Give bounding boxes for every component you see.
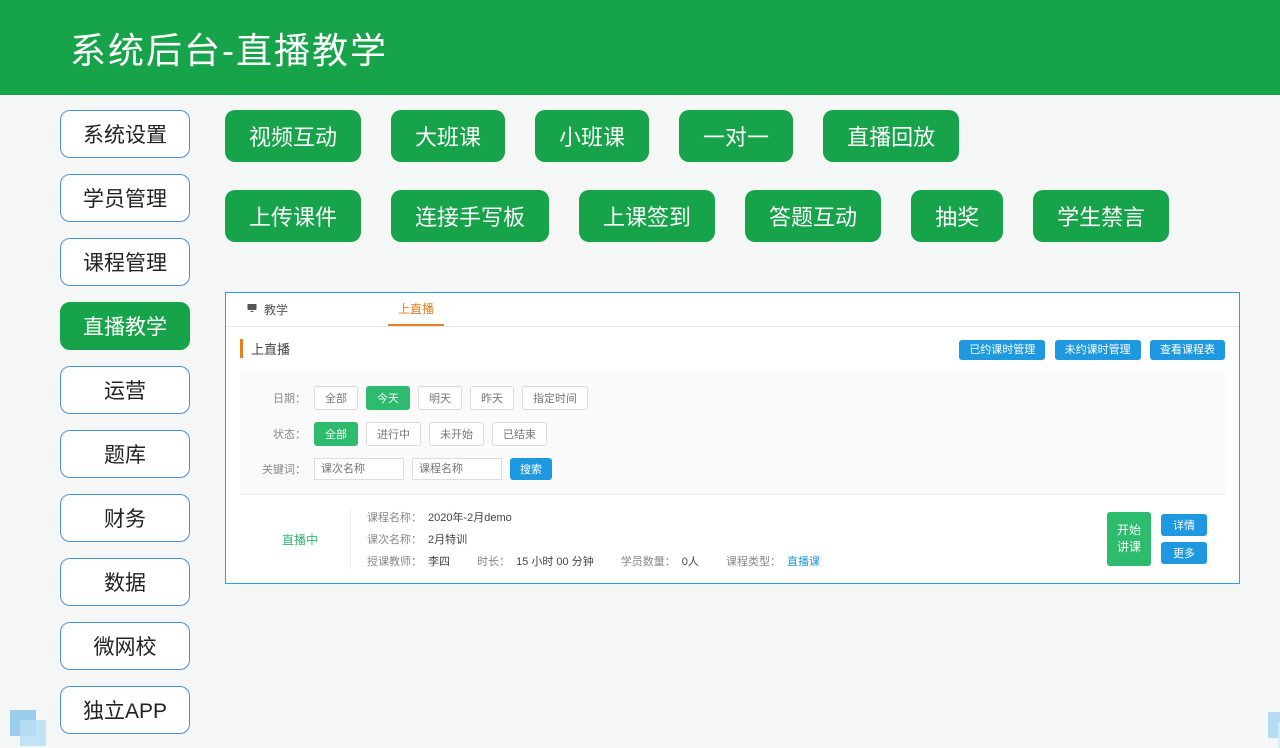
filters: 日期： 全部 今天 明天 昨天 指定时间 状态： 全部 进行中 未开始 已结束 [240,372,1225,494]
sidebar-item-course-mgmt[interactable]: 课程管理 [60,238,190,286]
duration-label: 时长： [477,556,510,568]
status-chip-ongoing[interactable]: 进行中 [366,422,421,446]
sidebar-item-student-mgmt[interactable]: 学员管理 [60,174,190,222]
sidebar-item-micro-school[interactable]: 微网校 [60,622,190,670]
pill-lottery[interactable]: 抽奖 [911,190,1003,242]
start-teach-button[interactable]: 开始 讲课 [1107,512,1151,566]
pill-upload-courseware[interactable]: 上传课件 [225,190,361,242]
date-chip-tomorrow[interactable]: 明天 [418,386,462,410]
session-name-value: 2月特训 [428,534,467,546]
sidebar-item-question-bank[interactable]: 题库 [60,430,190,478]
filter-keyword-label: 关键词： [258,461,306,477]
keyword-session-input[interactable] [314,458,404,480]
filter-status-label: 状态： [258,426,306,442]
detail-session-name: 课次名称： 2月特训 [367,531,1107,547]
filter-date-label: 日期： [258,390,306,406]
pill-quiz-interact[interactable]: 答题互动 [745,190,881,242]
course-name-label: 课程名称： [367,512,422,524]
pill-live-replay[interactable]: 直播回放 [823,110,959,162]
date-chip-yesterday[interactable]: 昨天 [470,386,514,410]
duration-value: 15 小时 00 分钟 [516,556,594,568]
detail-meta: 授课教师： 李四 时长： 15 小时 00 分钟 学员数量： 0人 课程类型： 直播课 [367,553,1107,569]
pill-video-interact[interactable]: 视频互动 [225,110,361,162]
pill-connect-tablet[interactable]: 连接手写板 [391,190,549,242]
session-name-label: 课次名称： [367,534,422,546]
status-chip-ended[interactable]: 已结束 [492,422,547,446]
sidebar-item-system-settings[interactable]: 系统设置 [60,110,190,158]
record-actions: 开始 讲课 详情 更多 [1107,512,1207,566]
page-title: 系统后台-直播教学 [70,22,388,74]
pill-class-signin[interactable]: 上课签到 [579,190,715,242]
tab-teach[interactable]: 教学 [236,293,298,326]
btn-unbooked-sessions[interactable]: 未约课时管理 [1055,340,1141,360]
sidebar-item-finance[interactable]: 财务 [60,494,190,542]
section-title: 上直播 [240,339,290,358]
detail-button[interactable]: 详情 [1161,514,1207,536]
feature-pills-row-1: 视频互动 大班课 小班课 一对一 直播回放 [225,110,1240,162]
tab-teach-label: 教学 [264,301,288,318]
filter-keyword-row: 关键词： 搜索 [258,458,1207,480]
panel-body: 上直播 已约课时管理 未约课时管理 查看课程表 日期： 全部 今天 明天 昨天 [226,327,1239,583]
top-buttons: 已约课时管理 未约课时管理 查看课程表 [953,341,1225,357]
date-chip-all[interactable]: 全部 [314,386,358,410]
teacher-value: 李四 [428,556,450,568]
sidebar-item-operations[interactable]: 运营 [60,366,190,414]
live-panel: 教学 上直播 上直播 已约课时管理 未约课时管理 查看课程表 [225,292,1240,584]
students-value: 0人 [682,556,699,568]
content-area: 系统设置 学员管理 课程管理 直播教学 运营 题库 财务 数据 微网校 独立AP… [0,95,1280,734]
mini-actions: 详情 更多 [1161,514,1207,564]
search-button[interactable]: 搜索 [510,458,552,480]
record-details: 课程名称： 2020年-2月demo 课次名称： 2月特训 授课教师： 李四 时长： 1… [350,509,1107,569]
main-area: 视频互动 大班课 小班课 一对一 直播回放 上传课件 连接手写板 上课签到 答题… [190,110,1280,734]
page-header: 系统后台-直播教学 [0,0,1280,95]
panel-tabs: 教学 上直播 [226,293,1239,327]
more-button[interactable]: 更多 [1161,542,1207,564]
filter-date-row: 日期： 全部 今天 明天 昨天 指定时间 [258,386,1207,410]
teacher-label: 授课教师： [367,556,422,568]
course-name-value: 2020年-2月demo [428,512,512,524]
date-chip-custom[interactable]: 指定时间 [522,386,588,410]
pill-small-class[interactable]: 小班课 [535,110,649,162]
tab-live[interactable]: 上直播 [388,293,444,326]
live-record-row: 直播中 课程名称： 2020年-2月demo 课次名称： 2月特训 授课教师： 李四 … [240,494,1225,583]
sidebar-item-data[interactable]: 数据 [60,558,190,606]
date-chip-today[interactable]: 今天 [366,386,410,410]
start-btn-line2: 讲课 [1117,539,1141,556]
feature-pills-row-2: 上传课件 连接手写板 上课签到 答题互动 抽奖 学生禁言 [225,190,1240,242]
pill-one-on-one[interactable]: 一对一 [679,110,793,162]
sidebar-item-live-teaching[interactable]: 直播教学 [60,302,190,350]
teach-icon [246,302,258,317]
filter-status-row: 状态： 全部 进行中 未开始 已结束 [258,422,1207,446]
live-status-badge: 直播中 [250,531,350,548]
start-btn-line1: 开始 [1117,522,1141,539]
status-chip-all[interactable]: 全部 [314,422,358,446]
pill-large-class[interactable]: 大班课 [391,110,505,162]
tab-live-label: 上直播 [398,300,434,317]
course-type-label: 课程类型： [726,556,781,568]
btn-booked-sessions[interactable]: 已约课时管理 [959,340,1045,360]
pill-mute-student[interactable]: 学生禁言 [1033,190,1169,242]
sidebar-item-standalone-app[interactable]: 独立APP [60,686,190,734]
sidebar: 系统设置 学员管理 课程管理 直播教学 运营 题库 财务 数据 微网校 独立AP… [60,110,190,734]
status-chip-notstarted[interactable]: 未开始 [429,422,484,446]
detail-course-name: 课程名称： 2020年-2月demo [367,509,1107,525]
students-label: 学员数量： [621,556,676,568]
course-type-value: 直播课 [787,556,820,568]
btn-view-schedule[interactable]: 查看课程表 [1150,340,1225,360]
section-head: 上直播 已约课时管理 未约课时管理 查看课程表 [240,339,1225,358]
keyword-course-input[interactable] [412,458,502,480]
